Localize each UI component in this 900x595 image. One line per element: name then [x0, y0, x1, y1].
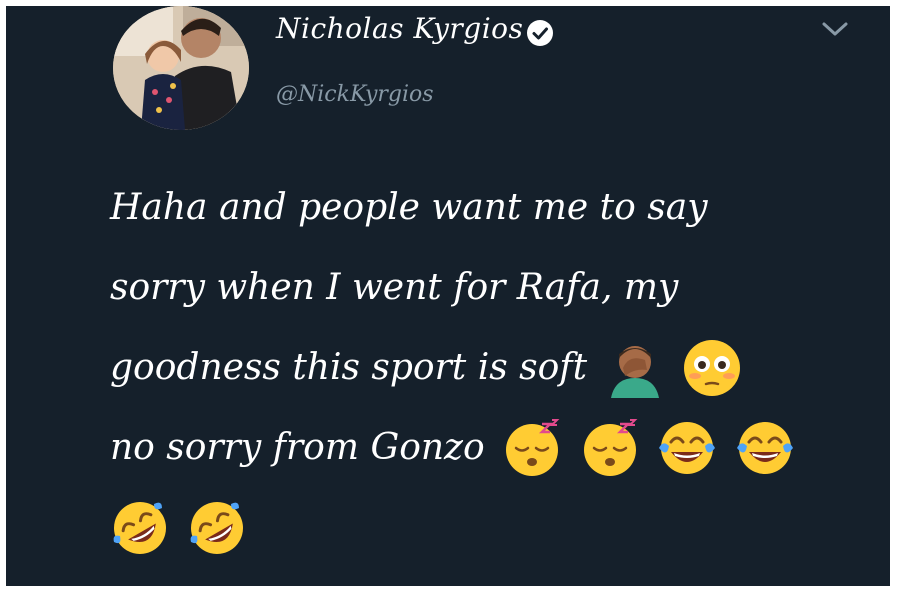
avatar[interactable] — [113, 6, 249, 130]
tweet-line: Haha and people want me to say — [110, 166, 830, 246]
tweet-line: sorry when I went for Rafa, my — [110, 246, 830, 326]
sleeping-face-icon — [580, 418, 640, 478]
flushed-face-icon — [682, 338, 742, 398]
verified-badge-icon — [527, 20, 553, 46]
tweet-text: Haha and people want me to say sorry whe… — [110, 166, 830, 566]
tweet-line-text: sorry when I went for Rafa, my — [110, 267, 679, 308]
rolling-laughing-icon — [187, 498, 247, 558]
tweet-line-text: no sorry from Gonzo — [110, 427, 485, 468]
tweet-line: no sorry from Gonzo — [110, 406, 830, 486]
tweet-line-text: Haha and people want me to say — [110, 187, 708, 228]
chevron-down-icon[interactable] — [820, 18, 850, 40]
user-handle[interactable]: @NickKyrgios — [276, 82, 434, 107]
tears-of-joy-icon — [735, 418, 795, 478]
sleeping-face-icon — [502, 418, 562, 478]
rolling-laughing-icon — [110, 498, 170, 558]
facepalm-icon — [605, 338, 665, 398]
tweet-line: goodness this sport is soft — [110, 326, 830, 406]
tweet-card: Nicholas Kyrgios @NickKyrgios Haha and p… — [6, 6, 890, 586]
tweet-line — [110, 486, 830, 566]
tweet-line-text: goodness this sport is soft — [110, 347, 588, 388]
display-name[interactable]: Nicholas Kyrgios — [276, 12, 523, 45]
tears-of-joy-icon — [657, 418, 717, 478]
